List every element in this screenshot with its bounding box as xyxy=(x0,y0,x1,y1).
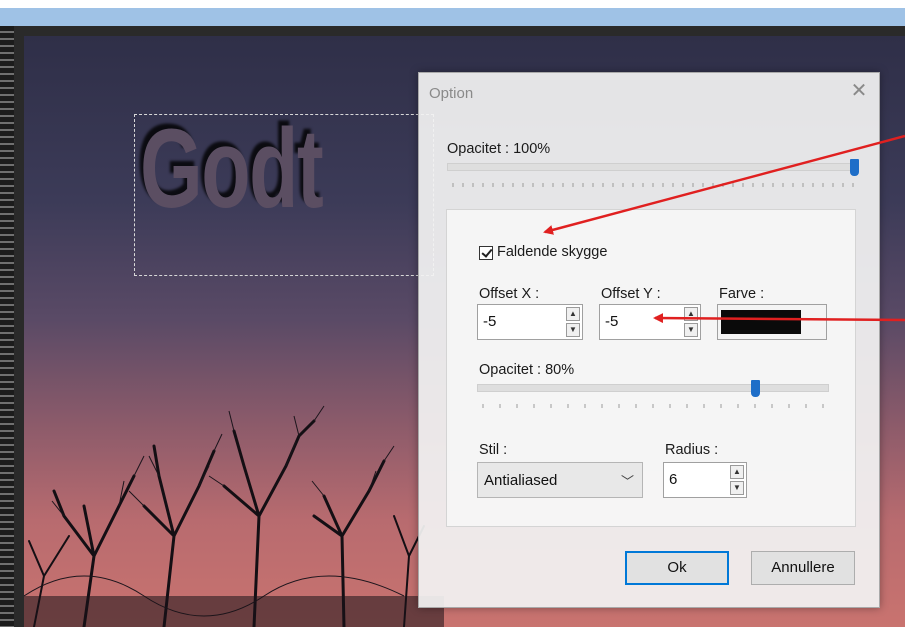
spin-up-icon[interactable]: ▲ xyxy=(684,307,698,321)
offset-x-field[interactable]: -5 ▲ ▼ xyxy=(477,304,583,340)
shadow-opacity-label: Opacitet : 80% xyxy=(479,362,575,378)
offset-y-label: Offset Y : xyxy=(601,286,661,302)
option-dialog: Option ✕ Opacitet : 100% Faldende skygge… xyxy=(418,72,880,608)
ok-button[interactable]: Ok xyxy=(625,551,729,585)
top-white-strip xyxy=(0,0,905,8)
opacity-slider-track[interactable] xyxy=(447,163,859,171)
style-label: Stil : xyxy=(479,442,508,458)
radius-field[interactable]: 6 ▲ ▼ xyxy=(663,462,747,498)
offset-x-label: Offset X : xyxy=(479,286,540,302)
offset-y-field[interactable]: -5 ▲ ▼ xyxy=(599,304,701,340)
shadow-opacity-slider-thumb[interactable] xyxy=(751,380,761,397)
color-label: Farve : xyxy=(719,286,765,302)
cancel-button[interactable]: Annullere xyxy=(751,551,855,585)
opacity-slider-ticks xyxy=(452,183,854,187)
style-value: Antialiased xyxy=(484,472,558,489)
window-top-band xyxy=(0,8,905,26)
canvas-text-godt[interactable]: Godt xyxy=(140,104,324,233)
offset-y-value: -5 xyxy=(605,313,619,330)
radius-label: Radius : xyxy=(665,442,719,458)
drop-shadow-group: Faldende skygge Offset X : -5 ▲ ▼ Offset… xyxy=(446,209,856,527)
shadow-opacity-slider-ticks xyxy=(482,404,824,408)
spin-up-icon[interactable]: ▲ xyxy=(566,307,580,321)
radius-value: 6 xyxy=(669,471,678,488)
style-dropdown[interactable]: Antialiased ﹀ xyxy=(477,462,643,498)
spin-down-icon[interactable]: ▼ xyxy=(730,481,744,495)
spin-down-icon[interactable]: ▼ xyxy=(566,323,580,337)
spin-up-icon[interactable]: ▲ xyxy=(730,465,744,479)
drop-shadow-label[interactable]: Faldende skygge xyxy=(497,244,607,260)
opacity-label: Opacitet : 100% xyxy=(447,141,551,157)
dialog-title: Option xyxy=(429,85,474,102)
opacity-slider-thumb[interactable] xyxy=(850,159,859,176)
spin-down-icon[interactable]: ▼ xyxy=(684,323,698,337)
shadow-opacity-slider-track[interactable] xyxy=(477,384,829,392)
offset-x-value: -5 xyxy=(483,313,497,330)
close-icon[interactable]: ✕ xyxy=(847,79,871,103)
film-border xyxy=(0,26,14,627)
drop-shadow-checkbox[interactable] xyxy=(479,246,493,260)
shadow-color-picker[interactable] xyxy=(717,304,827,340)
shadow-color-fill xyxy=(721,310,801,334)
chevron-down-icon: ﹀ xyxy=(620,474,634,489)
